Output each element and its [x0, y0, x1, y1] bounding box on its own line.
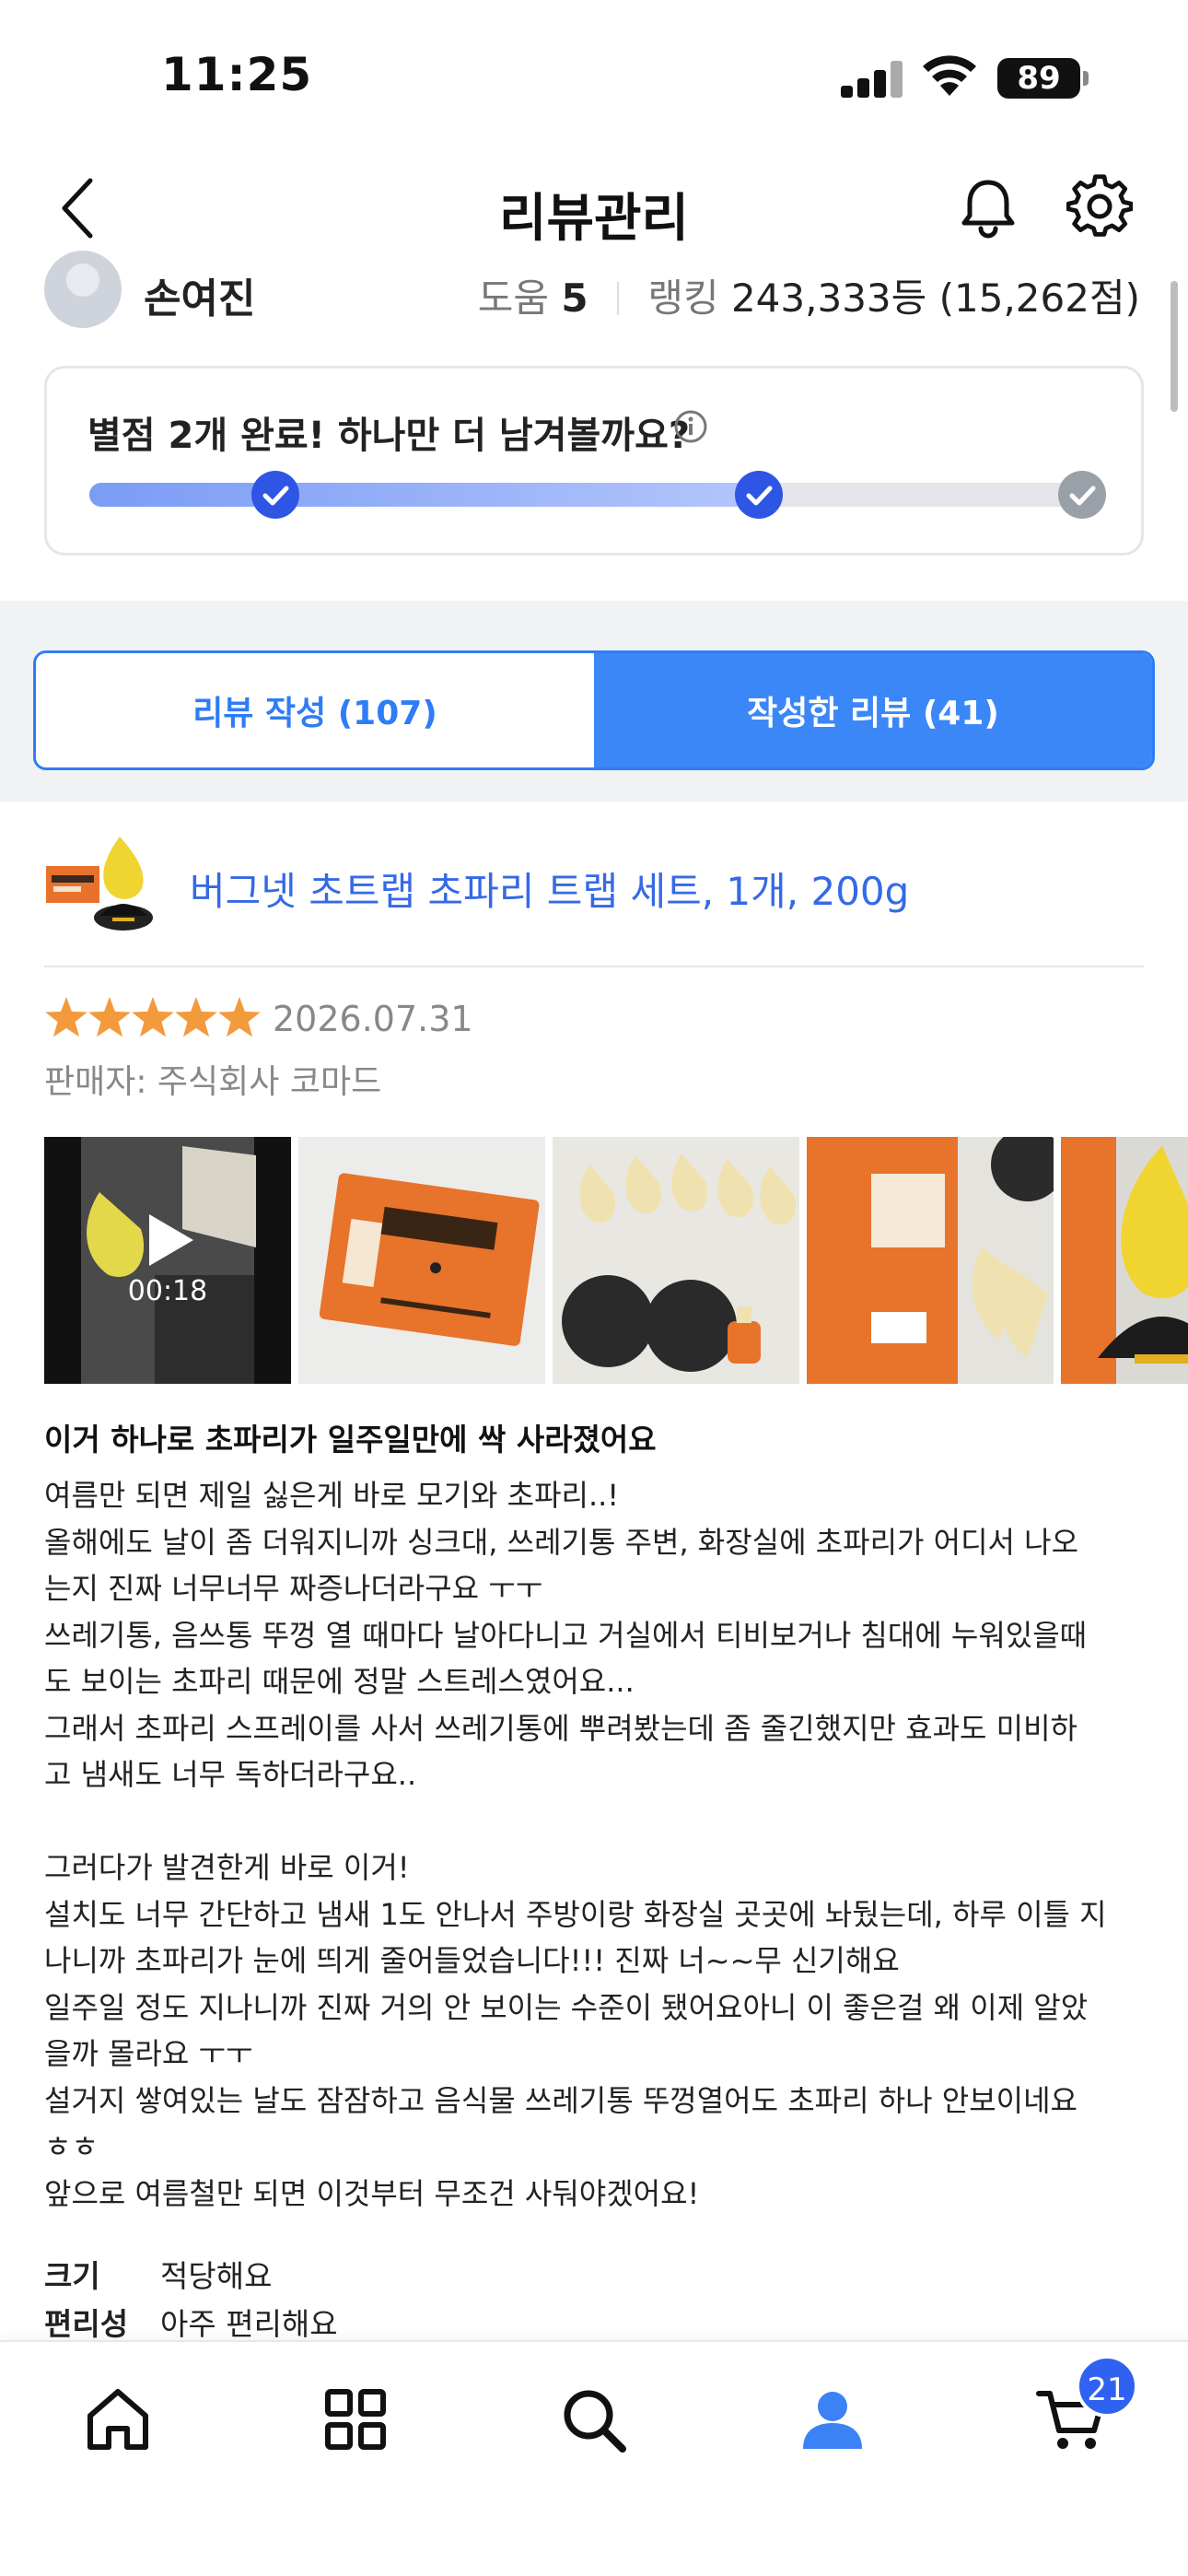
ranking-value: 243,333등 (15,262점) — [730, 275, 1140, 321]
avatar — [44, 251, 122, 328]
tabs-section: 리뷰 작성 (107) 작성한 리뷰 (41) — [0, 601, 1188, 802]
play-icon[interactable] — [147, 1212, 195, 1268]
progress-check-icon — [735, 471, 783, 519]
star-icon — [88, 997, 131, 1037]
product-thumbnail[interactable] — [44, 829, 164, 940]
progress-check-icon — [251, 471, 299, 519]
review-date: 2026.07.31 — [273, 999, 473, 1039]
battery-icon: 89 — [997, 58, 1080, 99]
status-bar: 11:25 89 — [0, 0, 1188, 147]
review-photo[interactable] — [1061, 1137, 1188, 1384]
category-icon[interactable] — [319, 2383, 392, 2456]
product-label-image — [807, 1137, 1054, 1384]
stats-divider — [616, 282, 619, 315]
bell-icon[interactable] — [956, 175, 1020, 240]
ranking-label: 랭킹 — [647, 275, 719, 321]
review-photo[interactable] — [807, 1137, 1054, 1384]
star-icon — [175, 997, 217, 1037]
review-tabs: 리뷰 작성 (107) 작성한 리뷰 (41) — [33, 650, 1155, 770]
attribute-key: 크기 — [44, 2258, 100, 2294]
video-duration: 00:18 — [127, 1275, 208, 1307]
divider — [44, 966, 1144, 967]
attribute-value: 아주 편리해요 — [160, 2306, 338, 2342]
review-body: 여름만 되면 제일 싫은게 바로 모기와 초파리..! 올해에도 날이 좀 더워… — [44, 1478, 1107, 2211]
product-box-image — [319, 1173, 540, 1346]
review-title: 이거 하나로 초파리가 일주일만에 싹 사라졌어요 — [44, 1422, 657, 1458]
profile-row: 손여진 도움 5 랭킹 243,333등 (15,262점) — [0, 251, 1188, 341]
progress-check-icon — [1058, 471, 1106, 519]
attribute-key: 편리성 — [44, 2306, 129, 2342]
search-icon[interactable] — [556, 2383, 630, 2456]
attribute-value: 적당해요 — [160, 2258, 273, 2294]
home-icon[interactable] — [81, 2383, 155, 2456]
app-header: 리뷰관리 — [0, 157, 1188, 258]
review-video-thumbnail[interactable]: 00:18 — [44, 1137, 291, 1384]
review-attribute-convenience: 편리성 아주 편리해요 — [44, 2300, 338, 2344]
cellular-signal-icon — [841, 61, 903, 98]
review-photo[interactable] — [298, 1137, 545, 1384]
scrollbar[interactable] — [1171, 281, 1178, 412]
star-rating — [45, 997, 261, 1037]
status-time: 11:25 — [161, 48, 313, 101]
wifi-icon — [923, 55, 976, 96]
help-label: 도움 — [477, 275, 549, 321]
progress-track — [89, 471, 1106, 519]
trap-parts-image — [562, 1153, 796, 1372]
mypage-icon[interactable] — [796, 2383, 869, 2456]
tab-write-review[interactable]: 리뷰 작성 (107) — [36, 653, 594, 767]
review-photo-strip[interactable]: 00:18 — [44, 1137, 1188, 1384]
progress-text: 별점 2개 완료! 하나만 더 남겨볼까요? — [87, 415, 691, 457]
battery-cap — [1083, 71, 1089, 86]
help-count: 5 — [561, 275, 588, 321]
seller-name: 판매자: 주식회사 코마드 — [44, 1063, 382, 1101]
star-icon — [218, 997, 261, 1037]
trap-assembled-image — [1061, 1137, 1188, 1384]
user-stats: 도움 5 랭킹 243,333등 (15,262점) — [478, 267, 1140, 323]
info-icon[interactable] — [673, 409, 708, 444]
star-icon — [132, 997, 174, 1037]
star-icon — [45, 997, 87, 1037]
rating-progress-card: 별점 2개 완료! 하나만 더 남겨볼까요? — [44, 366, 1144, 556]
product-row[interactable]: 버그넷 초트랩 초파리 트랩 세트, 1개, 200g — [0, 818, 1188, 966]
progress-fill — [89, 483, 767, 507]
cart-count-badge: 21 — [1076, 2355, 1138, 2418]
gear-icon[interactable] — [1066, 173, 1133, 240]
bottom-nav — [0, 2340, 1188, 2576]
review-photo[interactable] — [553, 1137, 799, 1384]
review-attribute-size: 크기 적당해요 — [44, 2252, 272, 2296]
tab-written-reviews[interactable]: 작성한 리뷰 (41) — [594, 653, 1152, 767]
product-name-link[interactable]: 버그넷 초트랩 초파리 트랩 세트, 1개, 200g — [190, 861, 909, 917]
user-name: 손여진 — [144, 275, 256, 322]
